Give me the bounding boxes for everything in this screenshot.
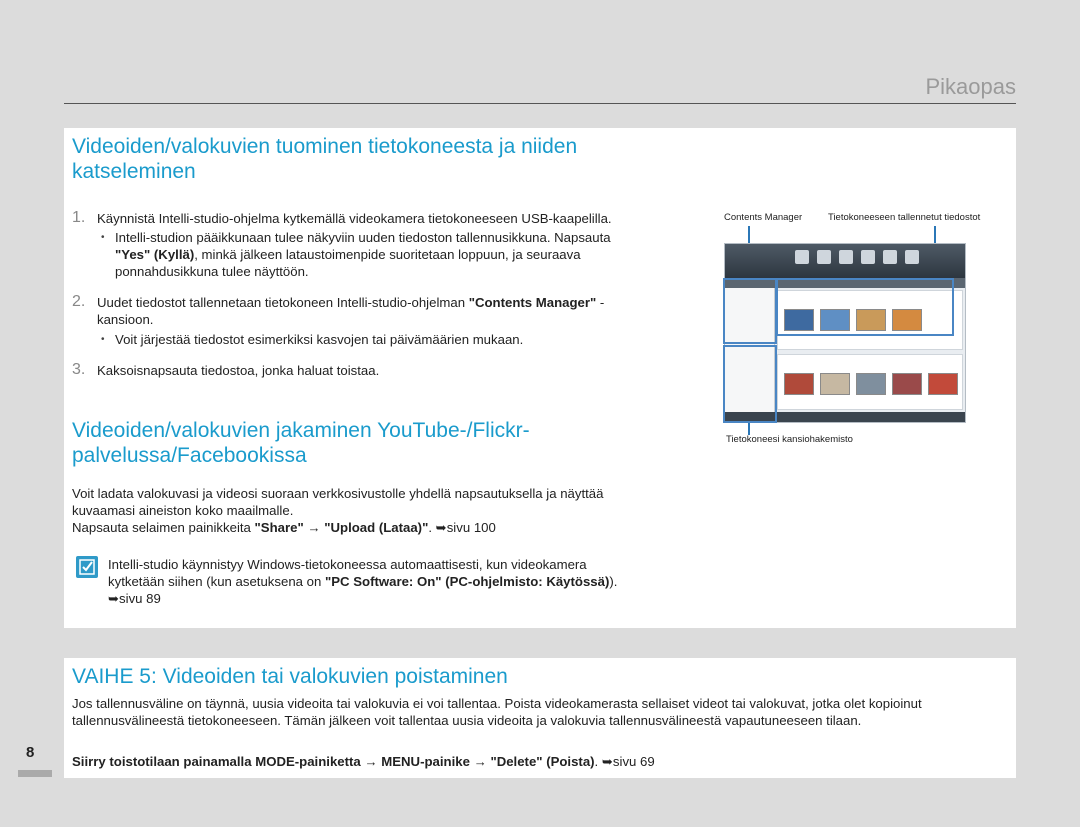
arrow-icon: → [469,754,491,769]
section-title-import: Videoiden/valokuvien tuominen tietokonee… [72,135,578,183]
page-header-title: Pikaopas [925,74,1016,99]
sharing-text: Voit ladata valokuvasi ja videosi suoraa… [72,485,642,536]
step-2: 2. Uudet tiedostot tallennetaan tietokon… [72,293,642,328]
caption-saved-files: Tietokoneeseen tallennetut tiedostot [828,212,981,223]
step-text: Käynnistä Intelli-studio-ohjelma kytkemä… [97,211,612,226]
arrow-icon: → [360,754,382,769]
upload-button-label: "Upload (Lataa)" [324,520,429,535]
note-icon [76,556,98,578]
content-panel-bottom: VAIHE 5: Videoiden tai valokuvien poista… [64,658,1016,778]
section-title-delete: VAIHE 5: Videoiden tai valokuvien poista… [72,665,508,688]
step-text: Kaksoisnapsauta tiedostoa, jonka haluat … [97,363,380,378]
page-number-bar [18,770,52,777]
section-title-sharing: Videoiden/valokuvien jakaminen YouTube-/… [72,419,530,467]
step-bold-text: "Contents Manager" [468,295,597,310]
page-reference: . ➥sivu 69 [594,754,655,769]
bullet-item: Intelli-studion pääikkunaan tulee näkyvi… [97,229,642,280]
bullet-text: Voit järjestää tiedostot esimerkiksi kas… [115,332,524,347]
bullet-text: Intelli-studion pääikkunaan tulee näkyvi… [115,230,611,245]
content-panel-top: Videoiden/valokuvien tuominen tietokonee… [64,128,1016,628]
app-content-folders [777,354,963,410]
instruction-bold-text: Siirry toistotilaan painamalla MODE-pain… [72,754,361,769]
highlight-contents-manager [723,278,777,344]
step-3: 3. Kaksoisnapsauta tiedostoa, jonka halu… [72,361,642,379]
sharing-paragraph: Voit ladata valokuvasi ja videosi suoraa… [72,486,604,518]
steps-list: 1. Käynnistä Intelli-studio-ohjelma kytk… [72,209,642,379]
step-text: Uudet tiedostot tallennetaan tietokoneen… [97,295,469,310]
caption-folder-dir: Tietokoneesi kansiohakemisto [726,434,853,445]
step-1: 1. Käynnistä Intelli-studio-ohjelma kytk… [72,209,642,227]
delete-instruction: Siirry toistotilaan painamalla MODE-pain… [72,754,972,771]
highlight-saved-files [776,278,954,336]
note-block: Intelli-studio käynnistyy Windows-tietok… [72,556,642,607]
page-number: 8 [26,744,35,761]
bullet-item: Voit järjestää tiedostot esimerkiksi kas… [97,331,642,348]
instruction-bold-text: MENU-painike [381,754,470,769]
share-button-label: "Share" [254,520,304,535]
instruction-text: Napsauta selaimen painikkeita [72,520,255,535]
step-number: 2. [72,293,86,310]
step-number: 1. [72,209,86,226]
delete-paragraph: Jos tallennusväline on täynnä, uusia vid… [72,696,922,728]
arrow-icon: → [303,520,325,535]
step-number: 3. [72,361,86,378]
header-rule [64,103,1016,104]
bullet-bold-text: "Yes" (Kyllä) [115,247,195,262]
sharing-instruction: Napsauta selaimen painikkeita "Share" → … [72,519,642,536]
app-toolbar [725,244,965,278]
instruction-bold-text: "Delete" (Poista) [490,754,595,769]
page-reference: . ➥sivu 100 [428,520,496,535]
caption-contents-manager: Contents Manager [724,212,803,223]
highlight-folder-dir [723,345,777,423]
note-bold-text: "PC Software: On" (PC-ohjelmisto: Käytös… [325,574,610,589]
